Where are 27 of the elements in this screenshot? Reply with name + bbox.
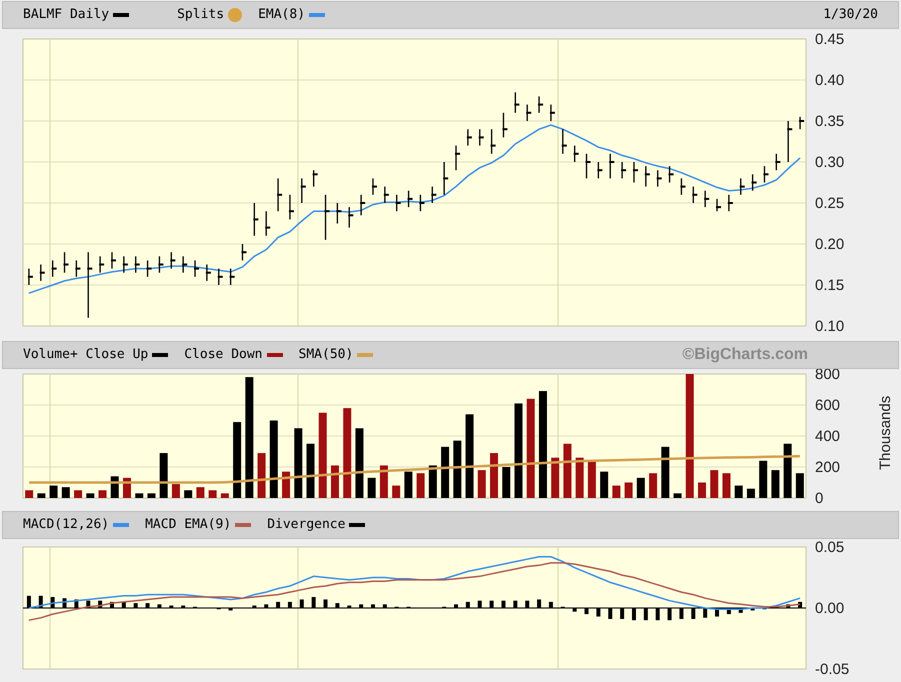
axis-tick-label: 0.15 xyxy=(815,277,844,294)
axis-tick-label: 600 xyxy=(815,397,840,414)
legend-label: MACD EMA(9) xyxy=(145,516,232,534)
axis-tick-label: 0.45 xyxy=(815,31,844,48)
axis-tick-label: 400 xyxy=(815,428,840,445)
axis-tick-label: 0.00 xyxy=(815,600,844,617)
legend-label: Volume+ Close Up xyxy=(23,346,148,364)
legend-label: Close Down xyxy=(184,346,263,364)
axis-title: Thousands xyxy=(877,396,894,470)
axis-tick-label: 200 xyxy=(815,459,840,476)
legend-label: MACD(12,26) xyxy=(23,516,110,534)
legend-label: BALMF Daily xyxy=(23,6,110,24)
axis-tick-label: 0.40 xyxy=(815,72,844,89)
axis-tick-label: 0.10 xyxy=(815,318,844,335)
site-credit: ©BigCharts.com xyxy=(682,345,808,365)
axis-tick-label: 0.30 xyxy=(815,154,844,171)
legend-label: EMA(8) xyxy=(258,6,306,24)
legend-label: Splits xyxy=(177,6,224,24)
axis-tick-label: 0.35 xyxy=(815,113,844,130)
legend-label: Divergence xyxy=(267,516,346,534)
chart-date: 1/30/20 xyxy=(823,6,878,24)
axis-tick-label: 0.25 xyxy=(815,195,844,212)
axis-tick-label: 0.05 xyxy=(815,539,844,556)
axis-tick-label: 0.20 xyxy=(815,236,844,253)
legend-label: SMA(50) xyxy=(298,346,354,364)
axis-tick-label: 0 xyxy=(815,490,824,507)
axis-tick-label: -0.05 xyxy=(815,661,850,678)
